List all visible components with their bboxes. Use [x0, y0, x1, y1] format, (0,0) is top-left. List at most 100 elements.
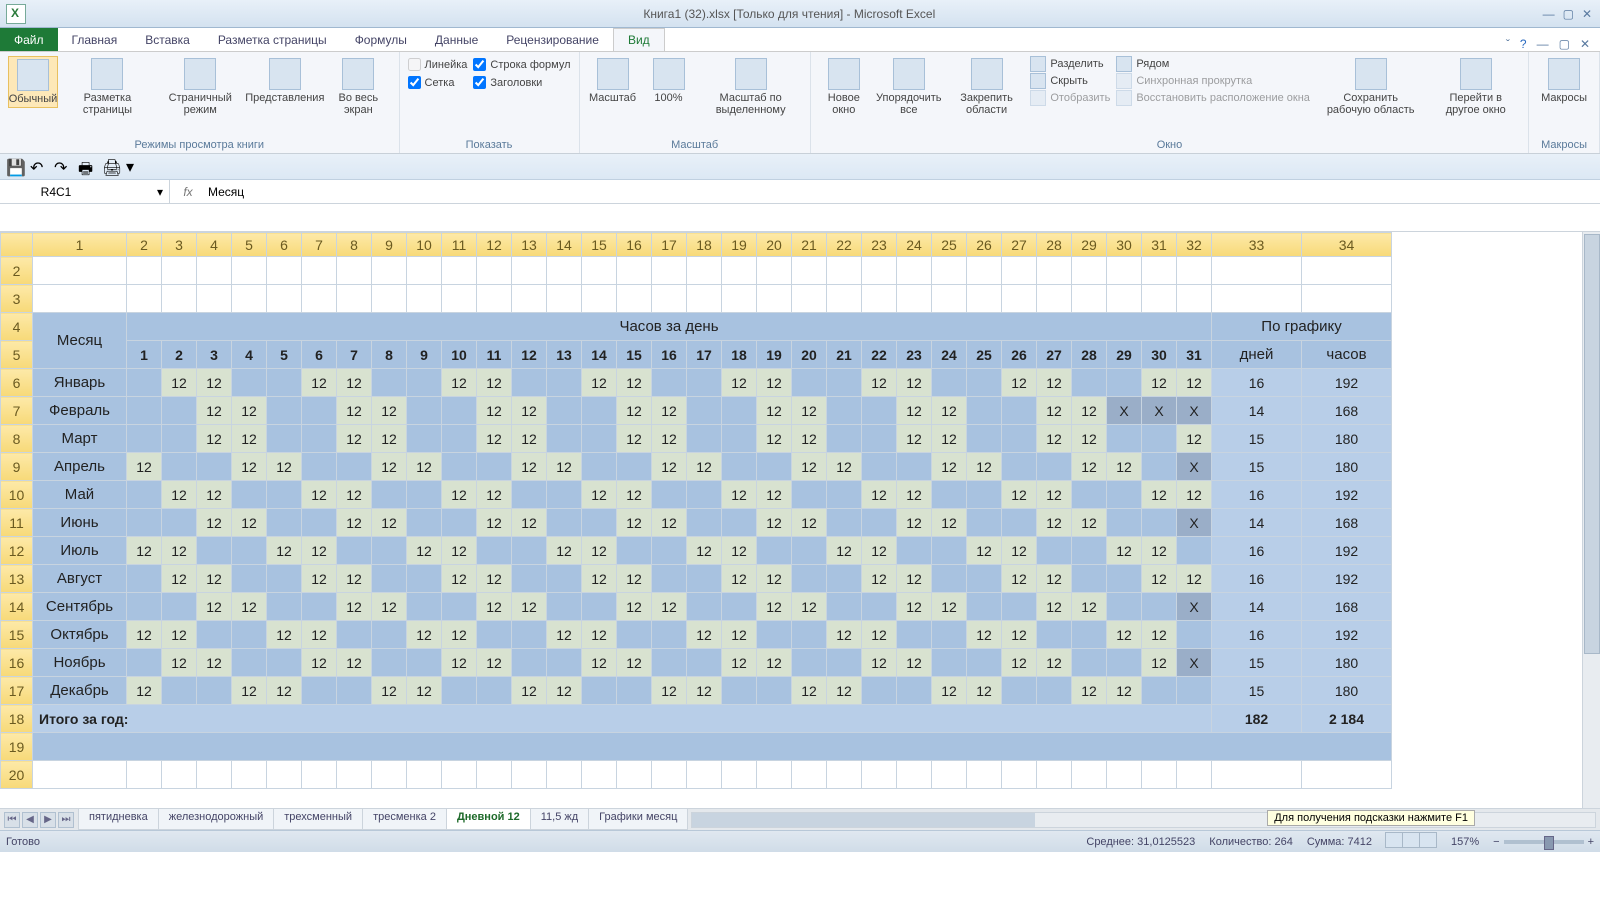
chk-ruler[interactable]: Линейка [408, 58, 468, 71]
quick-print-icon[interactable]: 🖨 [102, 158, 120, 176]
cell[interactable]: 12 [337, 369, 372, 397]
sheet-last-icon[interactable]: ⏭ [58, 812, 74, 828]
cell[interactable]: 12 [827, 537, 862, 565]
cell[interactable]: 12 [1142, 621, 1177, 649]
cell[interactable]: 12 [1002, 537, 1037, 565]
cell[interactable] [862, 453, 897, 481]
cell[interactable]: 12 [1107, 537, 1142, 565]
cell[interactable]: 12 [127, 621, 162, 649]
cell[interactable] [512, 369, 547, 397]
cell[interactable]: 12 [932, 453, 967, 481]
cell[interactable] [1107, 481, 1142, 509]
cell[interactable] [1107, 509, 1142, 537]
cell[interactable] [582, 453, 617, 481]
cell[interactable]: 12 [897, 649, 932, 677]
cell[interactable] [197, 285, 232, 313]
cell[interactable]: 27 [1037, 341, 1072, 369]
cell[interactable] [337, 621, 372, 649]
cell[interactable] [232, 285, 267, 313]
cell[interactable] [652, 649, 687, 677]
cell[interactable] [302, 257, 337, 285]
cell[interactable]: 30 [1142, 341, 1177, 369]
cell[interactable] [792, 285, 827, 313]
cell[interactable]: 12 [897, 425, 932, 453]
cell[interactable] [722, 593, 757, 621]
cell[interactable] [897, 677, 932, 705]
row-header[interactable]: 14 [1, 593, 33, 621]
chk-grid[interactable]: Сетка [408, 76, 468, 89]
cell[interactable] [862, 425, 897, 453]
cell[interactable] [1072, 257, 1107, 285]
cell[interactable] [617, 285, 652, 313]
cell[interactable] [232, 621, 267, 649]
cell[interactable]: 12 [302, 481, 337, 509]
cell[interactable]: 12 [337, 425, 372, 453]
split-button[interactable]: Разделить [1030, 56, 1110, 72]
cell[interactable]: 12 [967, 537, 1002, 565]
cell[interactable] [932, 257, 967, 285]
cell[interactable]: 12 [1037, 425, 1072, 453]
cell[interactable] [897, 621, 932, 649]
cell[interactable] [267, 397, 302, 425]
minimize-icon[interactable]: — [1543, 7, 1555, 21]
cell[interactable]: 12 [582, 565, 617, 593]
cell[interactable]: 12 [1037, 649, 1072, 677]
cell-month[interactable]: Август [33, 565, 127, 593]
cell-days[interactable]: 14 [1212, 509, 1302, 537]
cell[interactable]: 12 [267, 453, 302, 481]
cell[interactable] [967, 397, 1002, 425]
cell[interactable] [967, 565, 1002, 593]
cell[interactable] [232, 565, 267, 593]
column-header[interactable]: 6 [267, 233, 302, 257]
cell[interactable] [442, 677, 477, 705]
cell[interactable] [652, 285, 687, 313]
cell[interactable] [792, 621, 827, 649]
cell[interactable] [757, 621, 792, 649]
cell-hours[interactable]: 180 [1302, 649, 1392, 677]
cell[interactable]: 12 [197, 509, 232, 537]
cell[interactable]: 12 [757, 397, 792, 425]
cell[interactable] [1177, 257, 1212, 285]
ribbon-tab[interactable]: Данные [421, 29, 492, 51]
view-shortcut-buttons[interactable] [1386, 832, 1437, 851]
sheet-first-icon[interactable]: ⏮ [4, 812, 20, 828]
cell[interactable] [792, 537, 827, 565]
cell[interactable] [827, 509, 862, 537]
cell-month[interactable]: Сентябрь [33, 593, 127, 621]
cell[interactable] [1107, 285, 1142, 313]
cell[interactable] [1142, 593, 1177, 621]
cell[interactable]: 12 [722, 649, 757, 677]
cell[interactable]: 12 [967, 453, 1002, 481]
macros-button[interactable]: Макросы [1537, 56, 1591, 106]
cell[interactable] [512, 565, 547, 593]
cell[interactable]: 12 [687, 621, 722, 649]
sheet-tab[interactable]: трехсменный [273, 809, 363, 830]
row-header[interactable]: 12 [1, 537, 33, 565]
cell[interactable] [372, 481, 407, 509]
column-header[interactable]: 10 [407, 233, 442, 257]
cell[interactable]: X [1142, 397, 1177, 425]
cell[interactable] [197, 453, 232, 481]
cell-hours[interactable]: 168 [1302, 593, 1392, 621]
cell[interactable] [967, 649, 1002, 677]
cell[interactable] [1037, 621, 1072, 649]
cell[interactable] [267, 649, 302, 677]
cell[interactable]: 12 [1037, 509, 1072, 537]
cell[interactable]: 12 [967, 621, 1002, 649]
cell[interactable] [1212, 761, 1302, 789]
cell[interactable]: 12 [1002, 481, 1037, 509]
column-header[interactable]: 13 [512, 233, 547, 257]
cell[interactable] [757, 257, 792, 285]
cell[interactable]: 12 [442, 565, 477, 593]
cell[interactable]: 12 [442, 649, 477, 677]
row-header[interactable]: 2 [1, 257, 33, 285]
row-header[interactable]: 18 [1, 705, 33, 733]
cell[interactable]: 12 [337, 397, 372, 425]
column-header[interactable]: 11 [442, 233, 477, 257]
cell[interactable] [792, 369, 827, 397]
cell[interactable] [442, 257, 477, 285]
cell[interactable]: 12 [477, 369, 512, 397]
cell[interactable] [687, 397, 722, 425]
cell[interactable] [442, 285, 477, 313]
ribbon-tab[interactable]: Рецензирование [492, 29, 613, 51]
